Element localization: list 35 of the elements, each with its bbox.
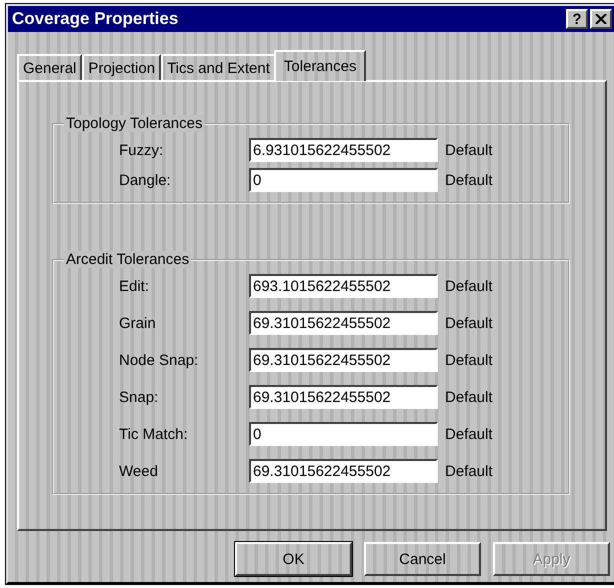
default-label: Default [445,426,494,442]
field-label: Tic Match: [119,426,189,442]
input-field[interactable]: 0 [249,168,438,192]
field-label: Fuzzy: [119,142,164,158]
input-field[interactable]: 693.1015622455502 [249,274,438,298]
input-field[interactable]: 0 [249,422,438,446]
default-label: Default [445,278,494,294]
input-field[interactable]: 69.31015622455502 [249,348,438,372]
default-label: Default [445,172,494,188]
default-label: Default [445,462,494,480]
close-button[interactable] [590,9,612,29]
input-field[interactable]: 6.931015622455502 [249,138,438,162]
input-field[interactable]: 69.31015622455502 [249,385,438,409]
close-icon [595,14,607,24]
input-field[interactable]: 69.31015622455502 [249,459,438,483]
default-label: Default [445,352,494,368]
field-label: Weed [119,462,159,480]
default-label: Default [445,142,494,158]
tab[interactable]: General [17,54,82,80]
window-title: Coverage Properties [12,9,180,29]
field-label: Snap: [119,388,160,406]
tab[interactable]: Projection [82,54,162,80]
field-label: Node Snap: [119,352,200,368]
field-label: Dangle: [119,172,172,188]
dialog-button[interactable]: Cancel [364,542,481,576]
group-title: Topology Tolerances [64,115,204,132]
default-label: Default [445,314,494,332]
group-title: Arcedit Tolerances [64,251,192,268]
input-field[interactable]: 69.31015622455502 [249,311,438,335]
field-label: Grain [119,314,157,332]
help-button[interactable]: ? [566,9,588,29]
dialog-button[interactable]: OK [235,542,352,576]
default-label: Default [445,388,494,406]
field-label: Edit: [119,278,150,294]
tab[interactable]: Tolerances [274,50,366,81]
